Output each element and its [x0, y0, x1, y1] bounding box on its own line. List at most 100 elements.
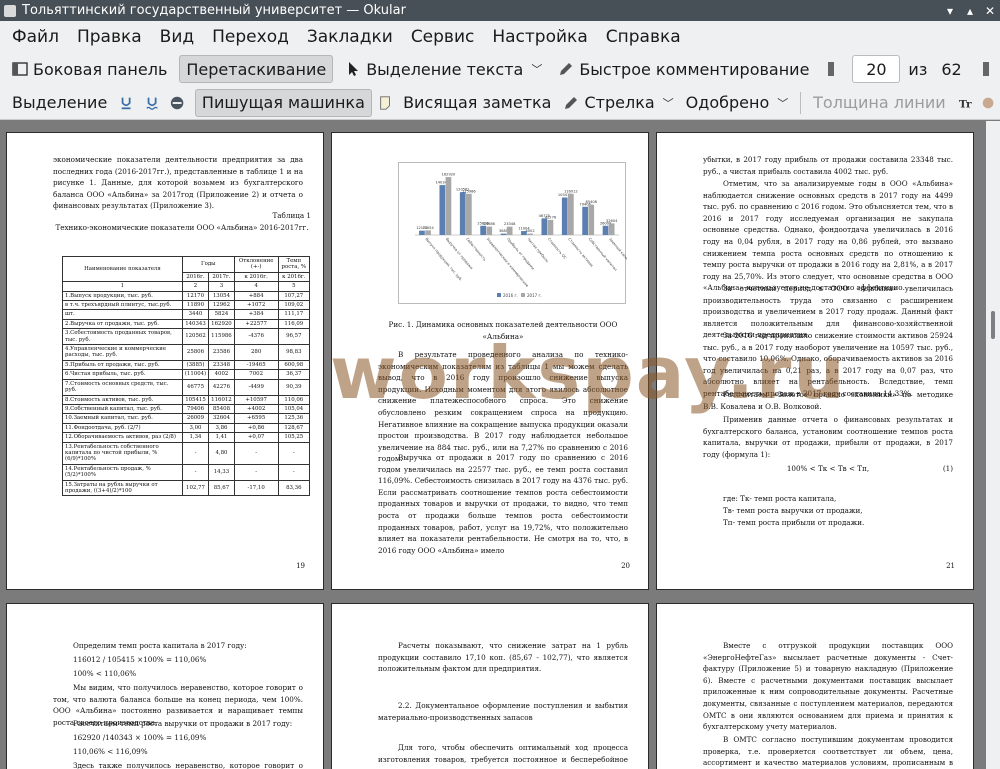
color-icon[interactable] [981, 95, 995, 111]
table-row: 6.Чистая прибыль, тыс. руб. (11004) 4002 70… [62, 369, 311, 380]
chart-data-label: 4002 [525, 229, 534, 233]
table-cell: 5824 [208, 309, 235, 320]
underline-icon[interactable] [119, 95, 133, 111]
chevron-down-icon[interactable]: ﹀ [777, 95, 788, 111]
table-cell: 23586 [208, 344, 235, 361]
table-cell: 116012 [208, 394, 235, 405]
chart-bar [425, 230, 431, 235]
table-cell: +6595 [233, 413, 279, 424]
next-page-icon[interactable] [978, 61, 994, 77]
formula-legend: Тп- темп роста прибыли от продажи. [723, 518, 865, 527]
page-number-input[interactable]: 20 [852, 55, 901, 83]
menu-view[interactable]: Вид [151, 27, 203, 47]
table-cell: 116,09 [277, 318, 311, 330]
paragraph: Отметим, что за анализируемые годы в ООО… [703, 179, 953, 293]
note-icon[interactable] [378, 95, 392, 111]
arrow-tool-button[interactable]: Стрелка ﹀ [557, 89, 679, 117]
browse-label: Перетаскивание [186, 59, 327, 79]
table-cell: 36,37 [277, 369, 311, 380]
table-cell: 42276 [208, 378, 235, 396]
chevron-down-icon[interactable]: ﹀ [663, 95, 674, 111]
table-cell: 3,00 [181, 422, 210, 434]
table-cell: 102,77 [181, 479, 210, 497]
table-cell: Наименование показателя [62, 255, 183, 283]
table-row: 15.Затраты на рубль выручки от продажи, … [62, 479, 311, 497]
table-cell: 96,57 [277, 328, 311, 346]
menu-edit[interactable]: Правка [68, 27, 151, 47]
legend-label: 2016 г. [503, 293, 518, 298]
table-cell: +384 [233, 309, 279, 320]
table-row: 5.Прибыль от продажи, тыс. руб. (3885) 233… [62, 359, 311, 371]
chart-bar [608, 223, 615, 235]
paragraph: Определим темп роста капитала в 2017 год… [73, 641, 247, 650]
sidebar-button[interactable]: Боковая панель [6, 55, 173, 83]
chart-bar [588, 204, 595, 235]
quick-annotation-button[interactable]: Быстрое комментирование [552, 55, 815, 83]
popup-note-tool-button[interactable]: Висящая заметка [397, 89, 557, 117]
text-select-tool-button[interactable]: Выделение текста ﹀ [339, 55, 548, 83]
menu-help[interactable]: Справка [597, 27, 690, 47]
table-cell: +10597 [233, 394, 279, 405]
chart-category-label: Выпуск продукции, тыс. руб. [424, 237, 462, 282]
document-page-24: Вместе с отгрузкой продукции поставщик О… [656, 603, 974, 769]
chart-data-label: 13054 [422, 226, 434, 230]
table-number-row: 12345 [62, 281, 311, 292]
table-row: 1.Выпуск продукции, тыс. руб. 12170 13054 +… [62, 290, 311, 302]
formula-number: (1) [942, 464, 953, 473]
table-caption: Таблица 1 [272, 211, 311, 220]
popup-note-label: Висящая заметка [403, 93, 552, 112]
menu-go[interactable]: Переход [203, 27, 298, 47]
minimize-icon[interactable]: ▾ [940, 4, 960, 18]
chart-data-label: 162920 [442, 173, 456, 177]
pen-icon [560, 63, 573, 75]
table-cell: 15.Затраты на рубль выручки от продажи, … [62, 479, 183, 497]
squiggly-underline-icon[interactable] [145, 95, 159, 111]
legend-swatch [521, 293, 525, 297]
table-cell: +1072 [233, 300, 279, 311]
menu-tools[interactable]: Сервис [402, 27, 484, 47]
table-cell: 600,98 [277, 359, 311, 371]
chart-bar [568, 193, 574, 235]
previous-page-icon[interactable] [823, 61, 839, 77]
table-cell: 10.Заемный капитал, тыс. руб. [62, 413, 183, 424]
table-cell: 4,80 [208, 441, 235, 465]
table-cell: -19465 [233, 359, 279, 371]
scrollbar-thumb[interactable] [991, 311, 995, 339]
main-toolbar: Боковая панель Перетаскивание Выделение … [0, 52, 1000, 86]
table-cell: 79406 [181, 403, 210, 415]
maximize-icon[interactable]: ▴ [960, 4, 980, 18]
chevron-down-icon[interactable]: ﹀ [531, 61, 542, 77]
vertical-scrollbar[interactable] [986, 121, 1000, 769]
line-width-button[interactable]: Толщина линии [807, 89, 952, 117]
table-cell: 105,04 [277, 403, 311, 415]
legend-swatch [497, 293, 501, 297]
table-cell: -4376 [233, 328, 279, 346]
font-icon[interactable]: Tr [958, 95, 972, 111]
document-viewport[interactable]: экономические показатели деятельности пр… [0, 121, 986, 769]
close-icon[interactable]: ✕ [980, 4, 1000, 18]
menu-file[interactable]: Файл [0, 27, 68, 47]
window-titlebar: Тольяттинский государственный университе… [0, 0, 1000, 21]
table-cell: 105,25 [277, 432, 311, 443]
menu-settings[interactable]: Настройка [483, 27, 596, 47]
formula-line: 100% < 110,06% [73, 669, 137, 678]
table-cell: 83,36 [277, 479, 311, 497]
page-of-label: из [908, 59, 928, 79]
typewriter-tool-button[interactable]: Пишущая машинка [194, 88, 372, 117]
strikeout-icon[interactable] [170, 95, 184, 111]
table-cell: 2 [181, 281, 210, 292]
browse-tool-button[interactable]: Перетаскивание [179, 55, 334, 83]
table-cell: 5.Прибыль от продажи, тыс. руб. [62, 359, 183, 371]
bar-chart: 12170 13054 Выпуск продукции, тыс. руб. 140… [398, 162, 633, 304]
table-cell: 120562 [181, 328, 210, 346]
stamp-tool-button[interactable]: Одобрено ﹀ [680, 89, 795, 117]
table-cell: 7002 [233, 369, 279, 380]
table-cell: 2.Выручка от продажи, тыс. руб. [62, 318, 183, 330]
highlight-tool-button[interactable]: Выделение [6, 89, 113, 117]
quick-annotation-label: Быстрое комментирование [579, 59, 810, 79]
table-cell: 109,02 [277, 300, 311, 311]
table-row: 8.Стоимость активов, тыс. руб. 105415 1160… [62, 394, 311, 405]
table-cell: 111,17 [277, 309, 311, 320]
menu-bookmarks[interactable]: Закладки [298, 27, 402, 47]
table-cell: +4002 [233, 403, 279, 415]
